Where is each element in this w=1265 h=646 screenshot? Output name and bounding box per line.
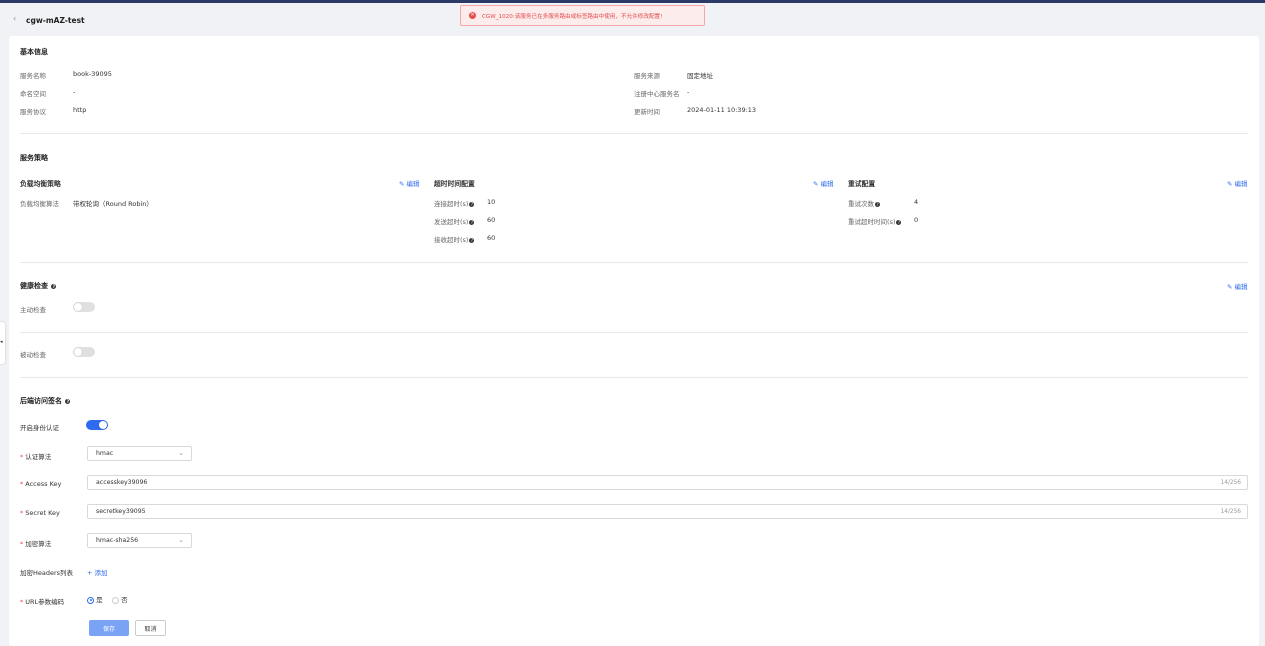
receive-timeout-label: 接收超时(s)? (434, 236, 475, 244)
active-check-label: 主动检查 (20, 306, 46, 314)
service-source-label: 服务来源 (634, 72, 660, 80)
help-icon: ? (469, 237, 475, 243)
basic-info-title: 基本信息 (20, 48, 48, 56)
save-button[interactable]: 保存 (89, 620, 129, 636)
backend-signature-title: 后端访问签名 ? (20, 397, 71, 405)
retry-count-value: 4 (914, 198, 919, 206)
chevron-down-icon: ⌄ (178, 536, 184, 544)
passive-check-switch[interactable] (73, 347, 95, 357)
passive-check-label: 被动检查 (20, 351, 46, 359)
send-timeout-value: 60 (487, 216, 496, 224)
divider (20, 332, 1248, 333)
service-source-value: 固定地址 (687, 72, 713, 80)
retry-edit-button[interactable]: ✎ 编辑 (1227, 178, 1248, 188)
service-strategy-title: 服务策略 (20, 154, 48, 162)
ak-label: * Access Key (20, 480, 62, 488)
retry-title: 重试配置 (848, 180, 876, 188)
auth-label: 开启身份认证 (20, 424, 59, 432)
lb-title: 负载均衡策略 (20, 180, 61, 188)
enc-algo-select[interactable]: hmac-sha256 ⌄ (87, 533, 192, 548)
protocol-value: http (73, 106, 87, 114)
registry-service-label: 注册中心服务名 (634, 90, 680, 98)
service-detail-card: 基本信息 服务名称 book-39095 命名空间 - 服务协议 http 服务… (9, 36, 1259, 646)
timeout-edit-button[interactable]: ✎ 编辑 (813, 178, 834, 188)
retry-timeout-value: 0 (914, 216, 919, 224)
help-icon: ? (896, 219, 902, 225)
page-title: cgw-mAZ-test (26, 16, 85, 25)
headers-label: 加密Headers列表 (20, 569, 74, 577)
algo-label: * 认证算法 (20, 453, 52, 461)
registry-service-value: - (687, 88, 690, 96)
pencil-icon: ✎ (399, 180, 405, 188)
radio-unchecked[interactable] (112, 596, 119, 604)
url-encode-label: * URL参数编码 (20, 598, 65, 606)
protocol-label: 服务协议 (20, 108, 46, 116)
active-check-switch[interactable] (73, 302, 95, 312)
divider (20, 133, 1248, 134)
namespace-label: 命名空间 (20, 90, 46, 98)
radio-checked[interactable] (87, 596, 94, 604)
enc-label: * 加密算法 (20, 540, 52, 548)
char-count: 14/256 (1220, 508, 1241, 515)
algo-select[interactable]: hmac ⌄ (87, 446, 192, 461)
auth-switch[interactable] (86, 420, 108, 430)
lb-algo-label: 负载均衡算法 (20, 200, 59, 208)
help-icon: ? (51, 283, 57, 289)
send-timeout-label: 发送超时(s)? (434, 218, 475, 226)
sk-label: * Secret Key (20, 509, 60, 517)
pencil-icon: ✎ (813, 180, 819, 188)
chevron-left-icon[interactable]: ‹ (13, 15, 16, 23)
secret-key-input[interactable]: secretkey39095 14/256 (87, 504, 1248, 519)
connect-timeout-label: 连接超时(s)? (434, 200, 475, 208)
char-count: 14/256 (1220, 479, 1241, 486)
lb-edit-button[interactable]: ✎ 编辑 (399, 178, 420, 188)
update-time-label: 更新时间 (634, 108, 660, 116)
url-encode-no[interactable]: 否 (112, 594, 128, 604)
receive-timeout-value: 60 (487, 234, 496, 242)
add-header-button[interactable]: + 添加 (87, 567, 108, 577)
retry-timeout-label: 重试超时时间(s)? (848, 218, 902, 226)
service-name-label: 服务名称 (20, 72, 46, 80)
service-name-value: book-39095 (73, 70, 112, 78)
error-toast: ✕ CGW_1020:该服务已在多服务路由或标签路由中使用，不允许修改配置! (460, 5, 705, 26)
help-icon: ? (469, 201, 475, 207)
health-check-title: 健康检查 ? (20, 282, 57, 290)
divider (20, 262, 1248, 263)
retry-count-label: 重试次数? (848, 200, 880, 208)
sidebar-toggle-handle[interactable]: ◂ (0, 322, 5, 364)
error-message: CGW_1020:该服务已在多服务路由或标签路由中使用，不允许修改配置! (482, 13, 663, 20)
help-icon: ? (469, 219, 475, 225)
pencil-icon: ✎ (1227, 180, 1233, 188)
chevron-down-icon: ⌄ (178, 449, 184, 457)
divider (20, 377, 1248, 378)
update-time-value: 2024-01-11 10:39:13 (687, 106, 757, 114)
cancel-button[interactable]: 取消 (135, 620, 166, 636)
connect-timeout-value: 10 (487, 198, 496, 206)
namespace-value: - (73, 88, 76, 96)
help-icon: ? (875, 201, 880, 207)
help-icon: ? (65, 398, 71, 404)
error-icon: ✕ (469, 12, 476, 19)
caret-left-icon: ◂ (0, 339, 3, 345)
lb-algo-value: 带权轮询（Round Robin） (73, 200, 153, 208)
timeout-title: 超时时间配置 (434, 180, 475, 188)
health-edit-button[interactable]: ✎ 编辑 (1227, 281, 1248, 291)
access-key-input[interactable]: accesskey39096 14/256 (87, 475, 1248, 490)
pencil-icon: ✎ (1227, 283, 1233, 291)
url-encode-yes[interactable]: 是 (87, 594, 103, 604)
